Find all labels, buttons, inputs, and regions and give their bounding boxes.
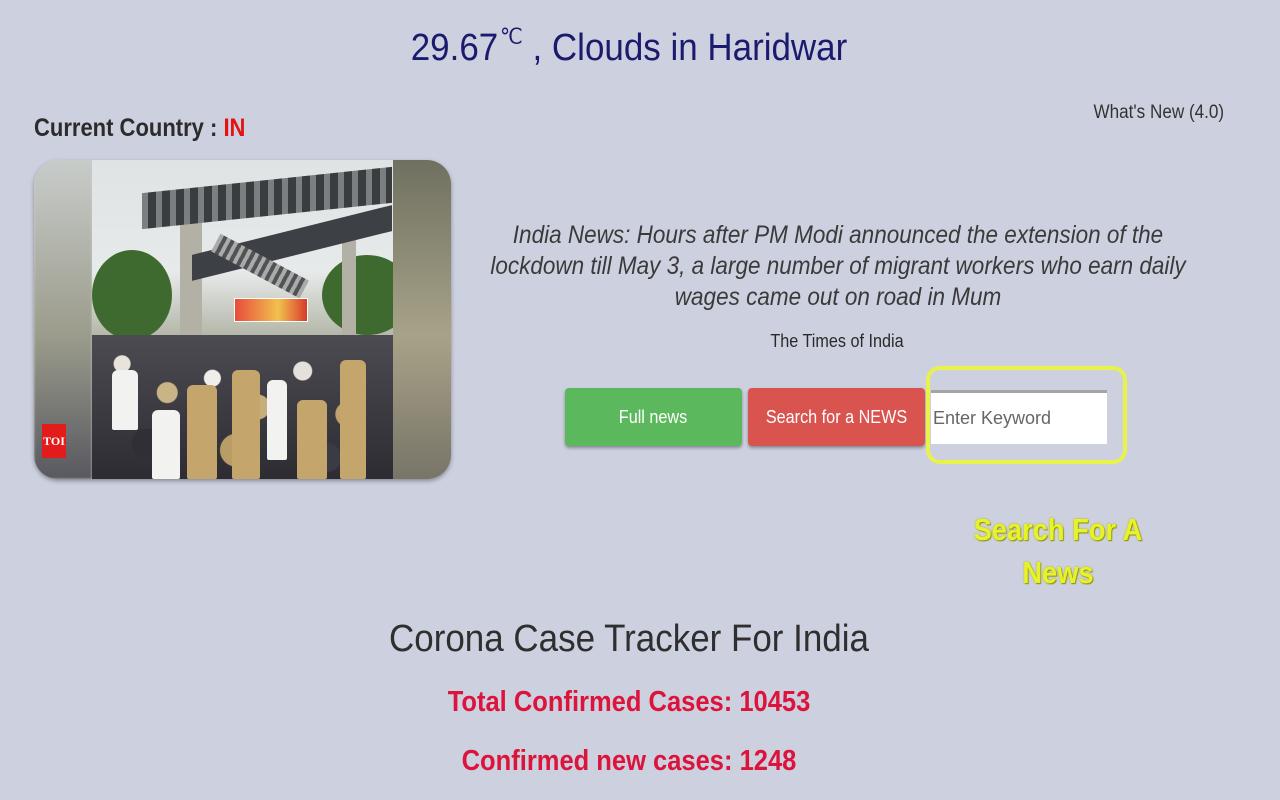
total-confirmed-cases: Total Confirmed Cases: 10453 [447, 686, 811, 718]
news-image[interactable]: TOI [34, 160, 451, 479]
weather-heading: 29.67℃ , Clouds in Haridwar [50, 24, 1207, 70]
temperature-value: 29.67 [410, 27, 499, 69]
annotation-line-1: Search For A [973, 512, 1143, 547]
country-label: Current Country : [34, 114, 224, 142]
full-news-label: Full news [619, 406, 688, 427]
tracker-title: Corona Case Tracker For India [389, 618, 869, 660]
news-source: The Times of India [770, 331, 904, 351]
current-country: Current Country : IN [34, 114, 245, 143]
banner-sign [234, 298, 308, 322]
search-annotation: Search For A News [961, 508, 1155, 594]
search-news-label: Search for a NEWS [765, 406, 908, 427]
news-photo [92, 160, 393, 479]
temperature-unit: ℃ [500, 24, 523, 49]
country-code: IN [223, 114, 246, 142]
news-headline: India News: Hours after PM Modi announce… [490, 221, 1186, 311]
weather-condition: , Clouds in Haridwar [532, 27, 848, 69]
whats-new-link[interactable]: What's New (4.0) [1093, 102, 1224, 124]
annotation-line-2: News [1022, 555, 1094, 590]
toi-logo: TOI [42, 424, 66, 458]
search-news-button[interactable]: Search for a NEWS [748, 388, 925, 446]
keyword-input[interactable] [931, 390, 1107, 444]
image-blur-right [393, 160, 451, 479]
new-confirmed-cases: Confirmed new cases: 1248 [461, 745, 797, 777]
full-news-button[interactable]: Full news [565, 388, 742, 446]
page: 29.67℃ , Clouds in Haridwar What's New (… [0, 0, 1280, 800]
